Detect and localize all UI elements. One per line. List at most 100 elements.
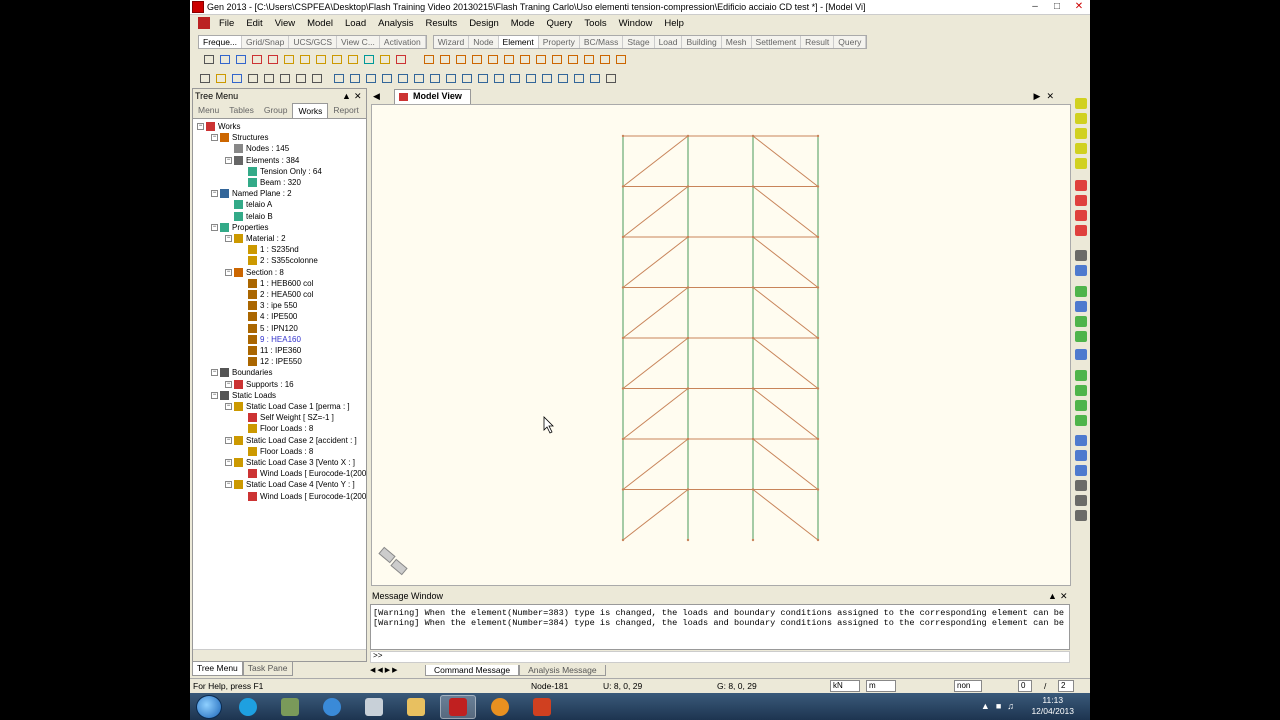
brace-element[interactable] [622,438,689,490]
scale-icon[interactable] [501,52,515,65]
tab-wizard[interactable]: Wizard [434,35,470,48]
menu-edit[interactable]: Edit [240,18,268,29]
node-point[interactable] [751,488,755,491]
view-front-icon[interactable] [347,71,361,84]
boundary-icon[interactable] [1075,349,1087,360]
node-point[interactable] [621,134,625,138]
node-point[interactable] [621,286,625,289]
brace-element[interactable] [622,287,689,339]
menu-view[interactable]: View [269,18,301,29]
select-icon[interactable] [201,52,215,65]
display-option-icon[interactable] [507,71,521,84]
node-point[interactable] [621,488,625,491]
node-point[interactable] [621,185,625,188]
command-input[interactable]: >> [370,651,1070,663]
perspective-icon[interactable] [459,71,473,84]
tree-item[interactable]: 9 : HEA160 [239,334,301,345]
node-icon[interactable] [1075,250,1087,261]
tree-item[interactable]: Wind Loads [ Eurocode-1(2005) ] [239,491,366,502]
tab-result[interactable]: Result [801,35,835,48]
translate-icon[interactable] [469,52,483,65]
tab-view-control[interactable]: View C... [337,35,380,48]
node-point[interactable] [621,437,625,441]
node-point[interactable] [621,235,625,239]
tab-building[interactable]: Building [682,35,722,48]
zoom-in-icon[interactable] [1075,98,1087,109]
brace-element[interactable] [622,388,689,440]
system-tray-icons[interactable]: ▲■♫ [981,701,1020,711]
tree-item[interactable]: − Material : 2 [225,233,286,244]
node-point[interactable] [816,235,820,239]
menu-window[interactable]: Window [613,18,659,29]
node-point[interactable] [686,286,690,289]
zoom-out-icon[interactable] [1075,113,1087,124]
tab-group[interactable]: Group [259,103,293,118]
tree-item[interactable]: 4 : IPE500 [239,311,297,322]
merge-element-icon[interactable] [533,52,547,65]
taskbar-calculator[interactable] [356,695,392,719]
plate-icon[interactable] [1075,316,1087,327]
tree-item[interactable]: 11 : IPE360 [239,345,301,356]
moment-icon[interactable] [1075,400,1087,411]
brace-element[interactable] [622,135,689,187]
pan-down-icon[interactable] [1075,225,1087,236]
tree-close-icon[interactable]: ✕ [354,91,366,102]
tree-item[interactable]: 2 : S355colonne [239,255,318,266]
brace-element[interactable] [752,186,819,238]
redraw-icon[interactable] [523,71,537,84]
menu-file[interactable]: File [213,18,240,29]
tab-settlement[interactable]: Settlement [752,35,802,48]
unselect-icon[interactable] [249,52,263,65]
pressure-icon[interactable] [1075,415,1087,426]
node-point[interactable] [816,538,820,542]
select-window-icon[interactable] [217,52,231,65]
tree-item[interactable]: telaio B [225,211,273,222]
tree-item[interactable]: − Structures [211,132,268,143]
tab-tree-menu[interactable]: Tree Menu [192,662,243,676]
page-current[interactable]: 0 [1018,680,1032,692]
node-point[interactable] [751,437,755,441]
node-point[interactable] [751,538,755,542]
menu-tools[interactable]: Tools [578,18,612,29]
tree-item[interactable]: Floor Loads : 8 [239,423,313,434]
menu-design[interactable]: Design [463,18,505,29]
move-view-icon[interactable] [1075,495,1087,506]
rotate-view-icon[interactable] [443,71,457,84]
tab-task-pane[interactable]: Task Pane [242,662,293,676]
copy-icon[interactable] [297,52,311,65]
tab-query[interactable]: Query [834,35,867,48]
tree-item[interactable]: − Boundaries [211,367,272,378]
clock[interactable]: 11:13 12/04/2013 [1031,695,1074,717]
view-top-icon[interactable] [331,71,345,84]
tree-item[interactable]: Tension Only : 64 [239,166,322,177]
section-icon[interactable] [1075,301,1087,312]
tab-load[interactable]: Load [655,35,683,48]
view-right-icon[interactable] [379,71,393,84]
node-point[interactable] [686,134,690,138]
node-point[interactable] [751,387,755,390]
node-point[interactable] [686,538,690,542]
initial-view-icon[interactable] [539,71,553,84]
tab-node[interactable]: Node [469,35,499,48]
divide-icon[interactable] [393,52,407,65]
tab-menu[interactable]: Menu [193,103,224,118]
node-point[interactable] [686,437,690,441]
node-point[interactable] [816,387,820,390]
change-parameter-icon[interactable] [565,52,579,65]
expand-toggle-icon[interactable]: − [225,459,232,466]
tree-item[interactable]: 3 : ipe 550 [239,300,297,311]
model-view-canvas[interactable] [371,104,1071,586]
lock-icon[interactable] [603,71,617,84]
zoom-fit-icon[interactable] [395,71,409,84]
solid-icon[interactable] [1075,331,1087,342]
expand-toggle-icon[interactable]: − [211,391,218,399]
tree-item[interactable]: − Section : 8 [225,267,284,278]
menu-query[interactable]: Query [541,18,579,29]
open-file-icon[interactable] [213,71,227,84]
expand-toggle-icon[interactable]: − [225,403,232,410]
taskbar-explorer[interactable] [398,695,434,719]
tree-horizontal-scrollbar[interactable] [193,649,366,661]
node-point[interactable] [686,235,690,239]
zoom-fit-icon[interactable] [1075,128,1087,139]
delete-icon[interactable] [265,52,279,65]
